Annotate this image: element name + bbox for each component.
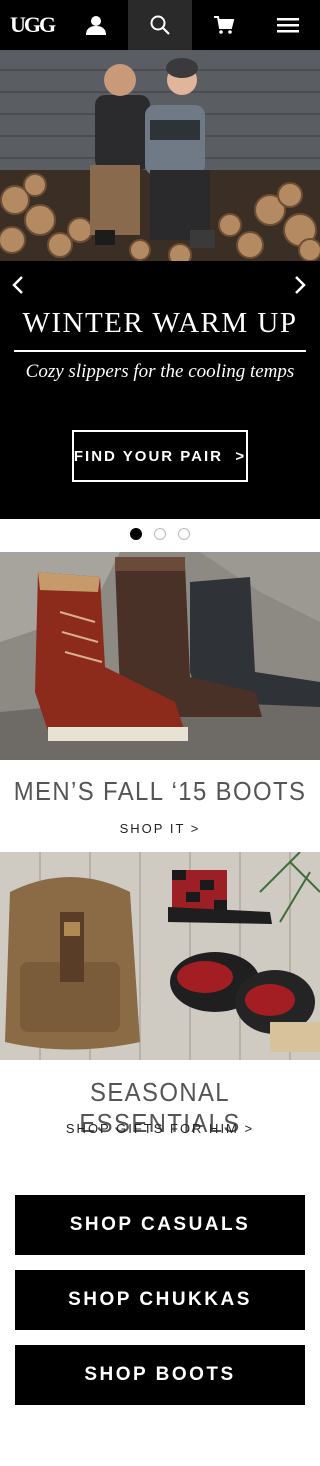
shop-casuals-button[interactable]: SHOP CASUALS	[15, 1195, 305, 1255]
hero-panel: WINTER WARM UP Cozy slippers for the coo…	[0, 261, 320, 519]
shop-it-link[interactable]: SHOP IT >	[0, 821, 320, 836]
search-icon	[150, 15, 170, 35]
account-button[interactable]	[64, 0, 128, 50]
site-header: UGG	[0, 0, 320, 50]
menu-button[interactable]	[256, 0, 320, 50]
menu-icon	[277, 18, 299, 33]
promo-title-mens-boots[interactable]: MEN’S FALL ‘15 BOOTS	[13, 776, 307, 807]
cart-button[interactable]	[192, 0, 256, 50]
shop-boots-button[interactable]: SHOP BOOTS	[15, 1345, 305, 1405]
carousel-dots	[0, 528, 320, 544]
chevron-right-icon[interactable]	[288, 273, 312, 297]
find-your-pair-button[interactable]: FIND YOUR PAIR >	[72, 430, 248, 482]
hero-image[interactable]	[0, 50, 320, 261]
seasonal-essentials-image[interactable]	[0, 852, 320, 1060]
hero-title: WINTER WARM UP	[22, 307, 298, 339]
hero-subtitle: Cozy slippers for the cooling temps	[25, 361, 295, 382]
search-button[interactable]	[128, 0, 192, 50]
cart-icon	[214, 16, 235, 34]
hero-divider	[14, 350, 306, 352]
account-icon	[86, 16, 106, 35]
shop-gifts-link[interactable]: SHOP GIFTS FOR HIM >	[0, 1121, 320, 1136]
shop-chukkas-button[interactable]: SHOP CHUKKAS	[15, 1270, 305, 1330]
carousel-dot-1[interactable]	[130, 528, 142, 540]
ugg-logo[interactable]: UGG	[0, 0, 64, 50]
mens-boots-image[interactable]	[0, 552, 320, 760]
chevron-left-icon[interactable]	[6, 273, 30, 297]
carousel-dot-2[interactable]	[154, 528, 166, 540]
carousel-dot-3[interactable]	[178, 528, 190, 540]
